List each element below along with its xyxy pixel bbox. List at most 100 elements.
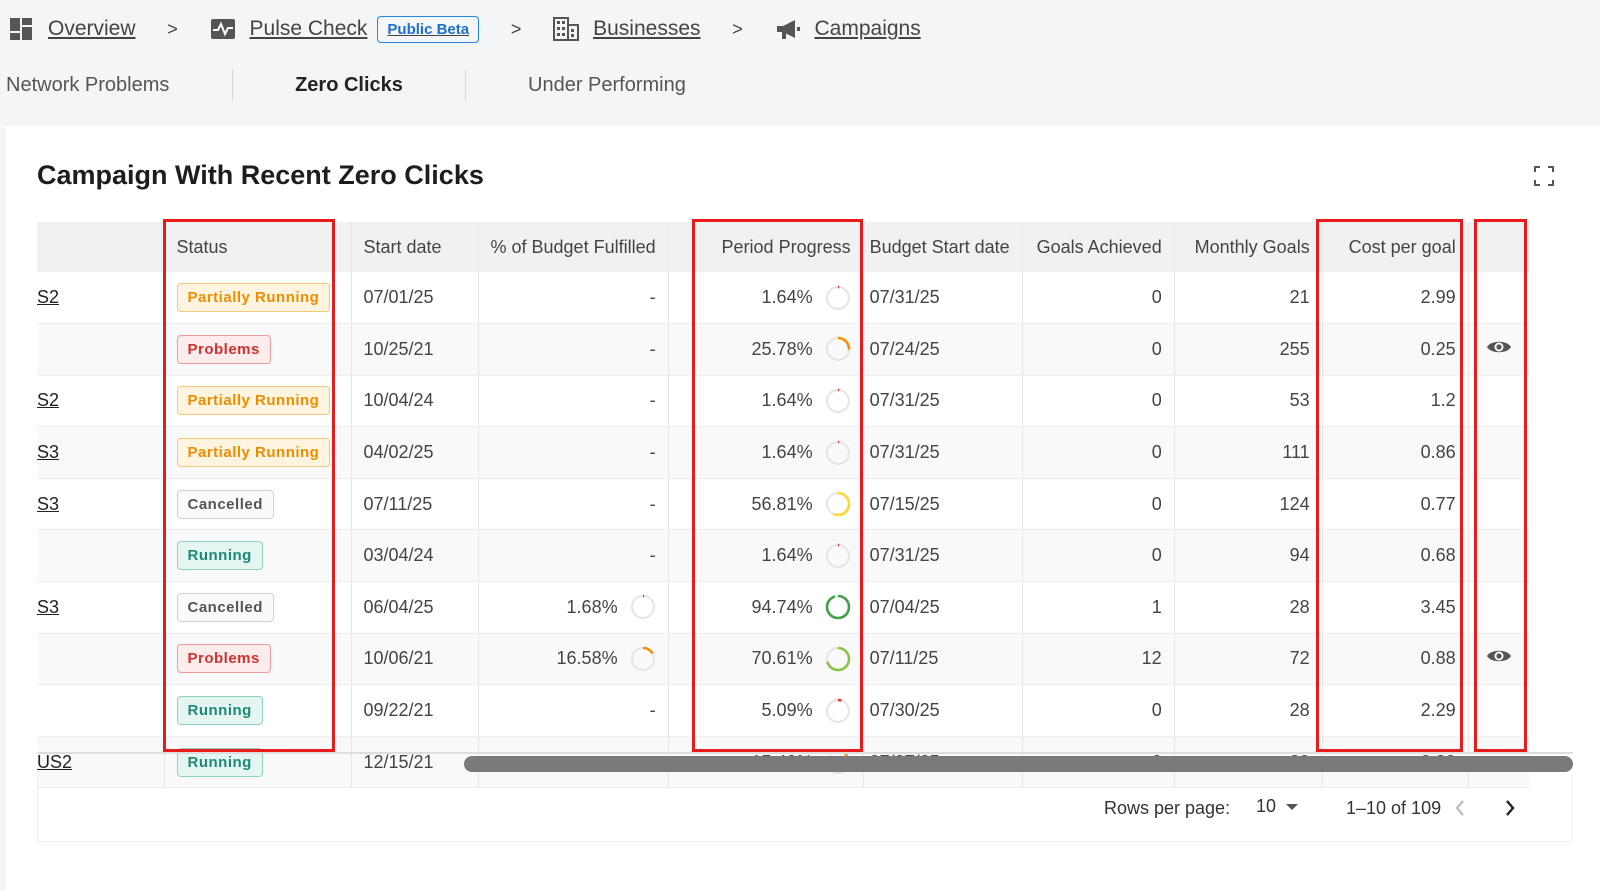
status-badge: Problems [176,644,271,674]
tab-network-problems[interactable]: Network Problems [0,74,232,97]
column-header-cost-per-goal[interactable]: Cost per goal [1321,222,1469,272]
eye-icon[interactable] [1486,647,1512,670]
tab-zero-clicks[interactable]: Zero Clicks [233,74,465,97]
breadcrumb-overview[interactable]: Overview [8,17,136,41]
period-progress-value: 94.74% [751,596,813,617]
table-row[interactable]: S3 Partially Running 04/02/25 - 1.64% 07/31/2… [37,426,1531,479]
campaign-link[interactable]: S3 [37,597,59,617]
period-progress-value: 25.78% [751,338,813,359]
status-badge: Cancelled [176,592,274,622]
breadcrumb-pulse-check[interactable]: Pulse Check Public Beta [210,15,480,43]
goals-achieved-cell: 0 [1021,529,1175,583]
breadcrumb-label: Businesses [593,17,701,40]
breadcrumb-label: Pulse Check [249,17,368,40]
progress-ring-icon [825,698,850,723]
scrollbar-thumb[interactable] [464,756,1573,772]
eye-icon[interactable] [1486,338,1512,361]
column-header-monthly-goals[interactable]: Monthly Goals [1173,222,1323,272]
breadcrumb-businesses[interactable]: Businesses [553,17,701,41]
status-badge: Partially Running [176,438,331,468]
budget-fulfilled-value: - [649,338,656,359]
table-row[interactable]: S2 Partially Running 07/01/25 - 1.64% 07/31/2… [37,272,1531,325]
progress-ring-icon [825,646,850,672]
table-row[interactable]: S3 Cancelled 07/11/25 - 56.81% 07/15/25 0 124 0.… [37,478,1531,531]
goals-achieved-cell: 0 [1021,426,1175,479]
scrollbar-track [37,752,1573,754]
period-progress-value: 5.09% [761,700,813,721]
zero-clicks-card: Campaign With Recent Zero Clicks Status [6,126,1600,891]
column-header-goals-achieved[interactable]: Goals Achieved [1021,222,1175,272]
campaign-link[interactable]: S2 [37,390,59,410]
status-badge: Running [176,696,263,726]
column-header-period-progress[interactable]: Period Progress [667,222,864,272]
progress-ring-icon [825,388,850,414]
budget-start-date-cell: 07/30/25 [862,684,1023,737]
goals-achieved-cell: 12 [1021,633,1175,686]
pulse-icon [210,17,236,41]
monthly-goals-cell: 21 [1173,272,1323,325]
monthly-goals-cell: 28 [1173,684,1323,737]
monthly-goals-cell: 94 [1173,529,1323,583]
progress-ring-icon [825,440,850,465]
goals-achieved-cell: 0 [1021,478,1175,531]
column-header-budget-fulfilled[interactable]: % of Budget Fulfilled [477,222,669,272]
period-progress-value: 1.64% [761,287,813,308]
budget-fulfilled-value: 1.68% [566,596,618,617]
cost-per-goal-cell: 3.45 [1321,581,1469,634]
cost-per-goal-cell: 2.29 [1321,684,1469,737]
megaphone-icon [775,17,801,41]
building-icon [553,17,580,41]
public-beta-badge: Public Beta [377,15,480,43]
dashboard-icon [8,17,34,41]
campaign-table: Status Start date % of Budget Fulfilled … [37,222,1531,789]
breadcrumb-campaigns[interactable]: Campaigns [775,17,921,41]
start-date-cell: 04/02/25 [350,426,478,479]
column-header-start-date[interactable]: Start date [350,222,478,272]
goals-achieved-cell: 0 [1021,272,1175,325]
cost-per-goal-cell: 2.99 [1321,272,1469,325]
goals-achieved-cell: 0 [1021,684,1175,737]
pagination-range: 1–10 of 109 [1346,798,1442,818]
cost-per-goal-cell: 0.25 [1321,323,1469,376]
progress-ring-icon [825,595,850,620]
tab-bar: Network Problems Zero Clicks Under Perfo… [0,68,756,102]
period-progress-value: 1.64% [761,545,813,566]
budget-start-date-cell: 07/31/25 [862,426,1023,479]
cost-per-goal-cell: 0.68 [1321,529,1469,583]
table-row[interactable]: Problems 10/25/21 - 25.78% 07/24/25 0 255 0.25 [37,323,1531,376]
table-row[interactable]: S2 Partially Running 10/04/24 - 1.64% 07/31/2… [37,375,1531,428]
campaign-link[interactable]: S3 [37,442,59,462]
cost-per-goal-cell: 0.88 [1321,633,1469,686]
rows-per-page-value: 10 [1256,796,1277,816]
budget-fulfilled-value: - [649,700,656,721]
progress-ring-icon [630,646,655,672]
start-date-cell: 10/06/21 [350,633,478,686]
caret-down-icon [1286,803,1299,810]
campaign-link[interactable]: S3 [37,494,59,514]
progress-ring-icon [825,491,850,517]
start-date-cell: 10/25/21 [350,323,478,376]
period-progress-value: 1.64% [761,442,813,463]
table-row[interactable]: Problems 10/06/21 16.58% 70.61% 07/11/25 12 72… [37,633,1531,686]
tab-under-performing[interactable]: Under Performing [466,74,756,97]
fullscreen-icon[interactable] [1534,166,1554,186]
table-row[interactable]: Running 09/22/21 - 5.09% 07/30/25 0 28 2.29 [37,684,1531,737]
column-header-actions [1467,222,1531,272]
column-header-status[interactable]: Status [163,222,351,272]
campaign-link[interactable]: S2 [37,287,59,307]
monthly-goals-cell: 111 [1173,426,1323,479]
table-row[interactable]: S3 Cancelled 06/04/25 1.68% 94.74% 07/04/25 1 2… [37,581,1531,634]
column-header-budget-start-date[interactable]: Budget Start date [862,222,1023,272]
horizontal-scrollbar[interactable] [37,752,1573,772]
table-row[interactable]: Running 03/04/24 - 1.64% 07/31/25 0 94 0.68 [37,529,1531,583]
rows-per-page-label: Rows per page: [1104,798,1231,818]
budget-fulfilled-value: - [649,442,656,463]
next-page-button[interactable] [1496,794,1524,822]
period-progress-value: 70.61% [751,648,813,669]
status-badge: Partially Running [176,283,331,313]
rows-per-page-select[interactable]: 10 [1256,796,1299,817]
budget-start-date-cell: 07/24/25 [862,323,1023,376]
previous-page-button[interactable] [1446,794,1474,822]
chevron-right-icon: > [510,18,522,39]
status-badge: Problems [176,334,271,364]
